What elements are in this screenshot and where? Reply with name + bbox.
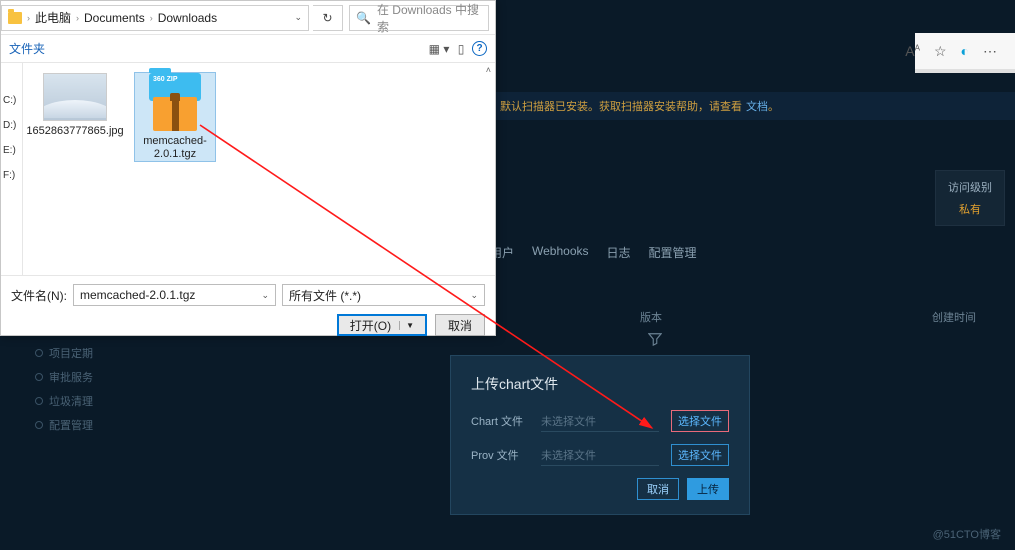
chart-file-value: 未选择文件 (541, 411, 659, 432)
filter-icon[interactable] (648, 332, 662, 346)
file-list[interactable]: ˄ 1652863777865.jpg 360 ZIP memcached-2.… (23, 63, 495, 275)
file-open-dialog: › 此电脑 › Documents › Downloads ⌄ ↻ 🔍 在 Do… (0, 0, 496, 336)
side-menu: 项目定期 审批服务 垃圾清理 配置管理 (35, 345, 93, 433)
drive-tree[interactable]: C:)D:) E:)F:) (1, 63, 23, 275)
chart-file-row: Chart 文件 未选择文件 选择文件 (471, 410, 729, 432)
archive-thumbnail: 360 ZIP (143, 73, 207, 131)
chevron-down-icon[interactable]: ⌄ (261, 290, 269, 301)
notice-link[interactable]: 文档 (746, 98, 768, 114)
chevron-right-icon: › (76, 13, 79, 23)
filename-label: 文件名(N): (11, 287, 67, 304)
chart-file-label: Chart 文件 (471, 413, 529, 429)
access-level-box: 访问级别 私有 (935, 170, 1005, 226)
dialog-body: C:)D:) E:)F:) ˄ 1652863777865.jpg 360 ZI… (1, 63, 495, 275)
watermark: @51CTO博客 (933, 526, 1001, 542)
filename-input[interactable]: memcached-2.0.1.tgz ⌄ (73, 284, 276, 306)
dialog-footer: 文件名(N): memcached-2.0.1.tgz ⌄ 所有文件 (*.*)… (1, 275, 495, 346)
file-name: 1652863777865.jpg (26, 125, 123, 138)
file-name: memcached-2.0.1.tgz (135, 135, 215, 161)
select-chart-button[interactable]: 选择文件 (671, 410, 729, 432)
help-icon[interactable]: ? (472, 41, 487, 56)
side-item[interactable]: 审批服务 (35, 369, 93, 385)
app-tabs: 用户 Webhooks 日志 配置管理 (490, 244, 697, 261)
browser-toolbar: AA ☆ ◐ ⋯ (915, 33, 1015, 69)
bullet-icon (35, 397, 43, 405)
extension-icon[interactable]: ◐ (961, 43, 969, 59)
chevron-right-icon: › (27, 13, 30, 23)
select-prov-button[interactable]: 选择文件 (671, 444, 729, 466)
cancel-button[interactable]: 取消 (435, 314, 485, 336)
side-item[interactable]: 垃圾清理 (35, 393, 93, 409)
bullet-icon (35, 349, 43, 357)
bullet-icon (35, 421, 43, 429)
notice-text: 默认扫描器已安装。获取扫描器安装帮助，请查看 (500, 98, 742, 114)
search-placeholder: 在 Downloads 中搜索 (377, 1, 482, 35)
chevron-right-icon: › (150, 13, 153, 23)
upload-actions: 取消 上传 (471, 478, 729, 500)
upload-submit-button[interactable]: 上传 (687, 478, 729, 500)
text-size-icon[interactable]: AA (905, 43, 920, 59)
chevron-down-icon[interactable]: ⌄ (470, 290, 478, 301)
split-arrow-icon[interactable]: ▼ (399, 321, 414, 330)
access-title: 访问级别 (948, 179, 992, 195)
crumb-downloads[interactable]: Downloads (158, 11, 217, 25)
access-value: 私有 (959, 201, 981, 217)
col-version: 版本 (640, 309, 662, 325)
scroll-up-icon[interactable]: ˄ (486, 65, 491, 75)
tab-config[interactable]: 配置管理 (649, 244, 697, 261)
dialog-toolbar: 文件夹 ▦ ▾ ▯ ? (1, 35, 495, 63)
image-thumbnail (43, 73, 107, 121)
view-mode-button[interactable]: ▦ ▾ (428, 39, 450, 59)
divider (915, 69, 1015, 73)
file-filter-select[interactable]: 所有文件 (*.*) ⌄ (282, 284, 485, 306)
favorite-icon[interactable]: ☆ (934, 43, 947, 60)
refresh-button[interactable]: ↻ (313, 5, 343, 31)
search-icon: 🔍 (356, 11, 371, 25)
upload-chart-dialog: 上传chart文件 Chart 文件 未选择文件 选择文件 Prov 文件 未选… (450, 355, 750, 515)
filename-value: memcached-2.0.1.tgz (80, 288, 195, 302)
upload-title: 上传chart文件 (471, 374, 729, 394)
side-item[interactable]: 项目定期 (35, 345, 93, 361)
tab-webhooks[interactable]: Webhooks (532, 244, 588, 261)
file-item-tgz[interactable]: 360 ZIP memcached-2.0.1.tgz (135, 73, 215, 161)
side-item[interactable]: 配置管理 (35, 417, 93, 433)
file-item-jpg[interactable]: 1652863777865.jpg (35, 73, 115, 138)
crumb-pc[interactable]: 此电脑 (35, 9, 71, 26)
chevron-down-icon[interactable]: ⌄ (294, 12, 302, 23)
address-row: › 此电脑 › Documents › Downloads ⌄ ↻ 🔍 在 Do… (1, 1, 495, 35)
upload-cancel-button[interactable]: 取消 (637, 478, 679, 500)
prov-file-label: Prov 文件 (471, 447, 529, 463)
tab-logs[interactable]: 日志 (607, 244, 631, 261)
col-created: 创建时间 (932, 309, 976, 325)
search-input[interactable]: 🔍 在 Downloads 中搜索 (349, 5, 489, 31)
folder-label[interactable]: 文件夹 (9, 40, 45, 57)
more-icon[interactable]: ⋯ (983, 43, 997, 60)
preview-pane-button[interactable]: ▯ (450, 39, 472, 59)
folder-icon (8, 12, 22, 24)
file-filter-value: 所有文件 (*.*) (289, 287, 361, 304)
breadcrumb[interactable]: › 此电脑 › Documents › Downloads ⌄ (1, 5, 309, 31)
bullet-icon (35, 373, 43, 381)
crumb-documents[interactable]: Documents (84, 11, 145, 25)
prov-file-value: 未选择文件 (541, 445, 659, 466)
open-button[interactable]: 打开(O)▼ (337, 314, 427, 336)
prov-file-row: Prov 文件 未选择文件 选择文件 (471, 444, 729, 466)
